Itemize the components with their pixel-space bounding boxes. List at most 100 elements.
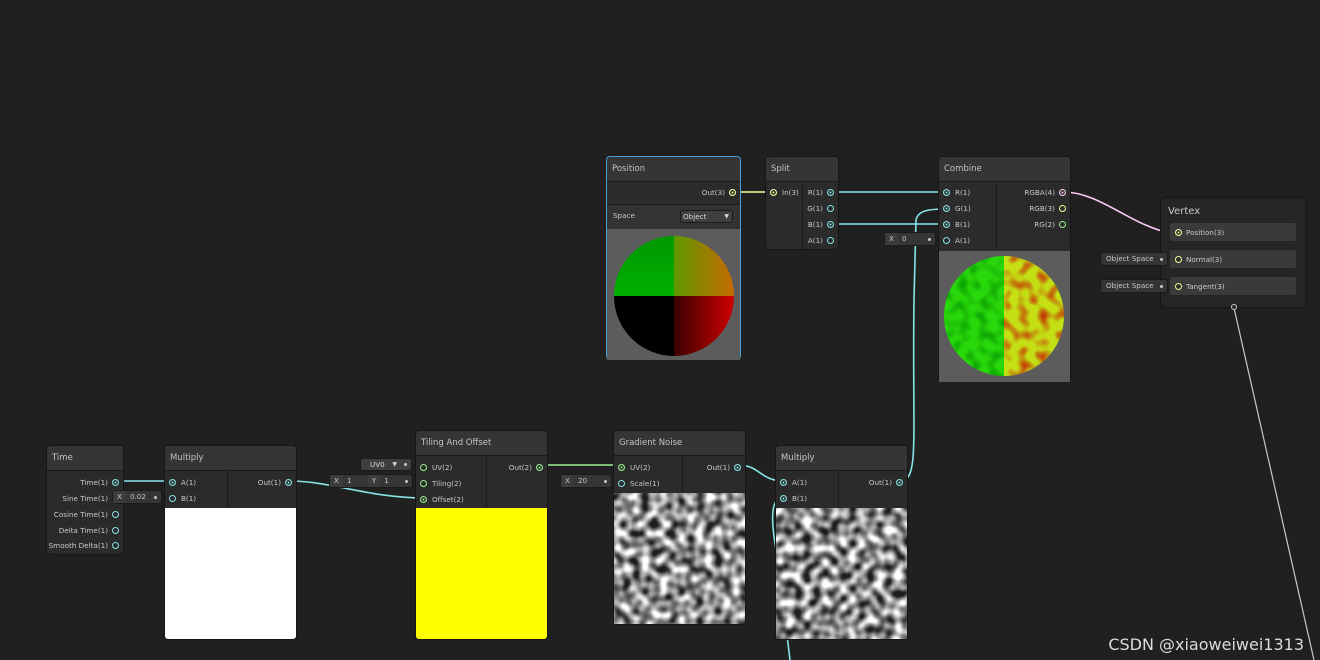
port-label: Smooth Delta(1) [48,541,108,550]
port-label: A(1) [807,236,823,245]
port-label: UV(2) [432,463,453,472]
a-input-port[interactable] [169,479,176,486]
gradient-noise-node[interactable]: Gradient Noise UV(2) Scale(1) Out(1) [614,431,745,624]
field-value: 0.02 [129,492,146,501]
space-label: Space [613,211,635,220]
offset-input-port[interactable] [420,496,427,503]
dropdown-value: Object [683,212,707,221]
axis-label: X [330,475,343,487]
port-label: G(1) [807,204,823,213]
node-preview [416,508,547,639]
port-label: RGB(3) [1029,204,1055,213]
multiply-node-1[interactable]: Multiply A(1) B(1) Out(1) [165,446,296,639]
uv-channel-dropdown[interactable]: UV0 ▼ [361,459,411,470]
axis-label: X [885,233,898,245]
normal-space-field[interactable]: Object Space [1101,253,1167,265]
rg-output-port[interactable] [1059,221,1066,228]
port-label: Cosine Time(1) [53,510,108,519]
noise-preview [776,508,907,639]
r-output-port[interactable] [827,189,834,196]
connector-dot [404,463,407,466]
uv-input-port[interactable] [420,464,427,471]
connector-dot [1160,285,1163,288]
out-output-port[interactable] [285,479,292,486]
b-input-port[interactable] [780,495,787,502]
vertex-master-node[interactable]: Vertex Position(3) Normal(3) Tangent(3) [1161,198,1306,310]
out-output-port[interactable] [734,464,741,471]
position-node[interactable]: Position Out(3) Space Object ▼ [607,157,740,360]
port-label: A(1) [955,236,971,245]
out-output-port[interactable] [896,479,903,486]
r-input-port[interactable] [943,189,950,196]
port-label: B(1) [181,494,197,503]
connector-dot [154,496,157,499]
time-node[interactable]: Time Time(1) Sine Time(1) Cosine Time(1)… [47,446,123,554]
out-output-port[interactable] [536,464,543,471]
combine-a-value-field[interactable]: X0 [885,233,935,245]
connector-dot [604,480,607,483]
node-title: Split [766,157,838,182]
connector-dot [928,238,931,241]
noise-preview [614,493,745,624]
port-label: Out(1) [257,478,281,487]
in-input-port[interactable] [770,189,777,196]
port-label: In(3) [782,188,799,197]
tiling-value-field[interactable]: X1 Y1 [330,475,412,487]
a-input-port[interactable] [943,237,950,244]
port-label: Time(1) [80,478,108,487]
g-output-port[interactable] [827,205,834,212]
combine-node[interactable]: Combine R(1) G(1) B(1) A(1) RGBA(4) RGB(… [939,157,1070,382]
a-input-port[interactable] [780,479,787,486]
field-value: Object Space [1106,281,1154,290]
delta-time-output-port[interactable] [112,527,119,534]
split-node[interactable]: Split In(3) R(1) G(1) B(1) A(1) [766,157,838,250]
port-label: RGBA(4) [1024,188,1055,197]
axis-label: X [561,475,574,487]
space-dropdown[interactable]: Object ▼ [681,211,732,222]
a-output-port[interactable] [827,237,834,244]
tiling-input-port[interactable] [420,480,427,487]
rgb-output-port[interactable] [1059,205,1066,212]
divider [227,471,228,508]
connector-dot [405,480,408,483]
position-input-port[interactable] [1175,229,1182,236]
multiply-b-value-field[interactable]: X 0.02 [113,491,161,503]
field-value: 0 [901,234,907,243]
tangent-input-port[interactable] [1175,283,1182,290]
normal-slot[interactable]: Normal(3) [1170,250,1296,268]
divider [838,471,839,508]
port-label: G(1) [955,204,971,213]
multiply-node-2[interactable]: Multiply A(1) B(1) Out(1) [776,446,907,639]
rgba-output-port[interactable] [1059,189,1066,196]
smooth-delta-output-port[interactable] [112,542,119,549]
node-title: Combine [939,157,1070,182]
port-label: R(1) [955,188,971,197]
b-output-port[interactable] [827,221,834,228]
field-value: 20 [577,476,588,485]
port-label: Tiling(2) [432,479,462,488]
chevron-down-icon: ▼ [724,213,729,220]
tangent-slot[interactable]: Tangent(3) [1170,277,1296,295]
b-input-port[interactable] [169,495,176,502]
b-input-port[interactable] [943,221,950,228]
port-label: Scale(1) [630,479,660,488]
port-label: Tangent(3) [1186,282,1225,291]
tiling-and-offset-node[interactable]: Tiling And Offset UV(2) Tiling(2) Offset… [416,431,547,639]
tangent-space-field[interactable]: Object Space [1101,280,1167,292]
field-value: 1 [346,476,352,485]
time-output-port[interactable] [112,479,119,486]
out-output-port[interactable] [729,189,736,196]
axis-label: X [113,491,126,503]
cosine-time-output-port[interactable] [112,511,119,518]
g-input-port[interactable] [943,205,950,212]
vertex-output-port[interactable] [1231,304,1237,310]
uv-input-port[interactable] [618,464,625,471]
normal-input-port[interactable] [1175,256,1182,263]
node-title: Multiply [165,446,296,471]
noise-scale-field[interactable]: X 20 [561,475,611,487]
scale-input-port[interactable] [618,480,625,487]
wire-vertex-down [1233,307,1315,660]
position-slot[interactable]: Position(3) [1170,223,1296,241]
divider [486,456,487,508]
divider [996,182,997,250]
